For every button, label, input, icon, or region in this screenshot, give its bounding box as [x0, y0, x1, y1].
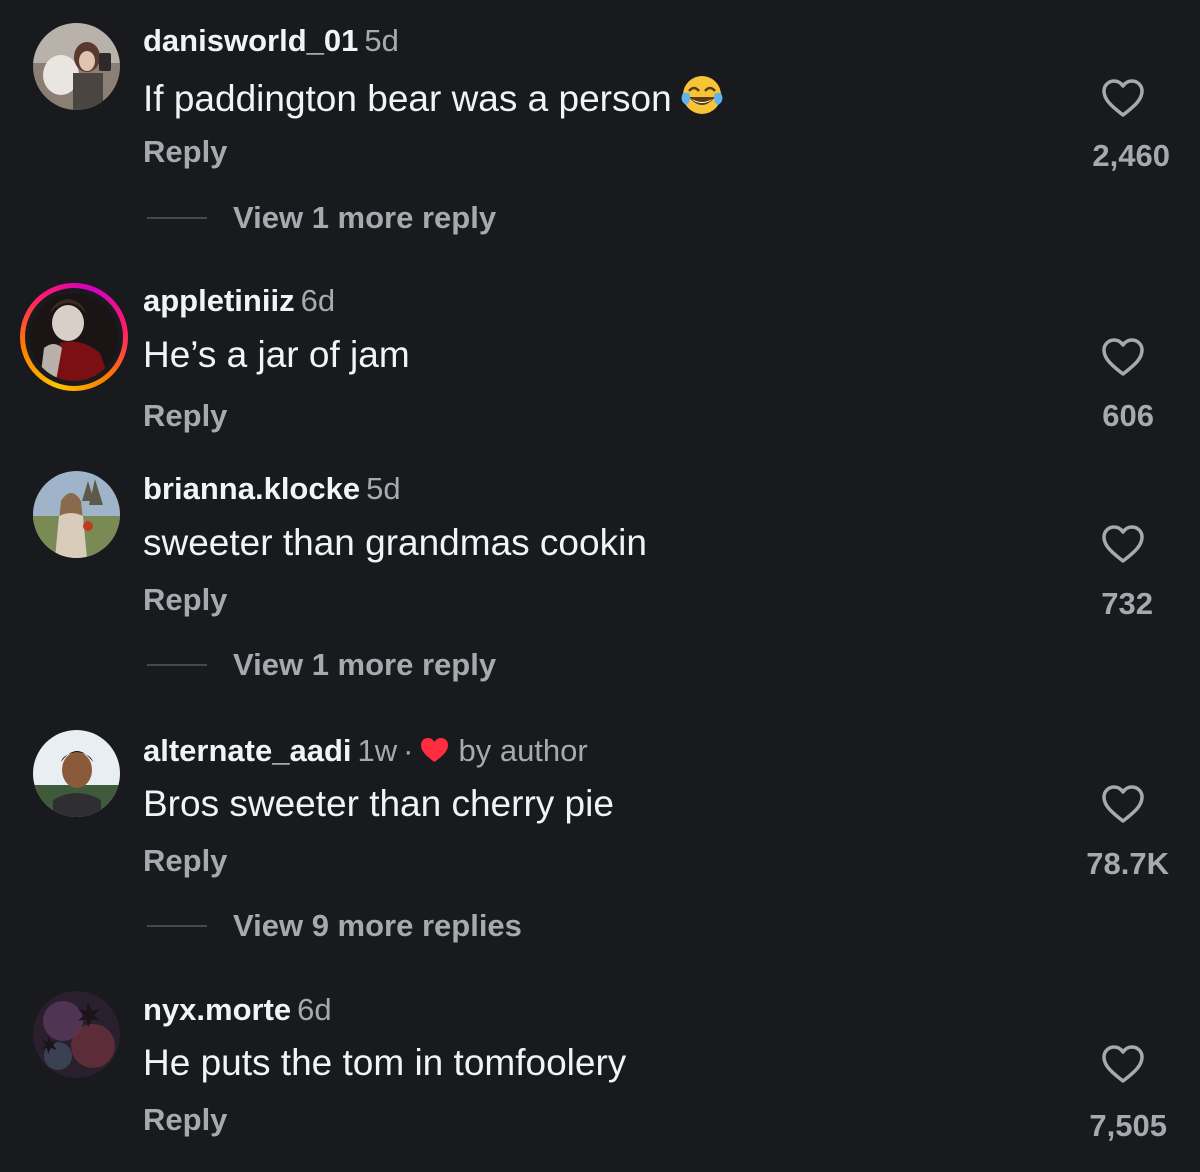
username[interactable]: danisworld_01: [143, 23, 358, 58]
timestamp: 6d: [300, 283, 336, 318]
reply-button[interactable]: Reply: [143, 398, 227, 434]
avatar-story-ring[interactable]: [20, 283, 128, 391]
comment-header: danisworld_01 5d: [143, 23, 399, 59]
username[interactable]: nyx.morte: [143, 992, 291, 1027]
avatar-image-icon: [33, 730, 120, 817]
timestamp: 6d: [297, 992, 332, 1027]
comment-header: brianna.klocke 5d: [143, 471, 401, 507]
reply-button[interactable]: Reply: [143, 1102, 227, 1138]
like-count: 732: [1101, 586, 1153, 621]
like-count: 606: [1102, 398, 1154, 433]
comment-header: nyx.morte 6d: [143, 992, 332, 1028]
avatar-image-icon: [33, 471, 120, 558]
username[interactable]: appletiniiz: [143, 283, 295, 318]
avatar[interactable]: [33, 730, 120, 817]
heart-outline-icon[interactable]: [1100, 1043, 1146, 1085]
view-more-replies-label: View 9 more replies: [233, 908, 522, 943]
heart-outline-icon[interactable]: [1100, 336, 1146, 378]
view-more-replies-label: View 1 more reply: [233, 200, 497, 235]
like-count: 7,505: [1089, 1108, 1167, 1143]
reply-button[interactable]: Reply: [143, 582, 227, 618]
heart-outline-icon[interactable]: [1100, 77, 1146, 119]
comment-text: Bros sweeter than cherry pie: [143, 783, 614, 824]
comment-header: alternate_aadi 1w · by author: [143, 733, 588, 769]
heart-filled-icon: [421, 738, 449, 762]
username[interactable]: brianna.klocke: [143, 471, 360, 506]
comment-text: sweeter than grandmas cookin: [143, 522, 647, 563]
username[interactable]: alternate_aadi: [143, 733, 352, 768]
timestamp: 1w: [357, 733, 398, 768]
like-count: 78.7K: [1086, 846, 1169, 881]
avatar[interactable]: [33, 471, 120, 558]
timestamp: 5d: [364, 23, 399, 58]
timestamp: 5d: [366, 471, 401, 506]
separator-dot: ·: [403, 733, 414, 768]
avatar[interactable]: [33, 23, 120, 110]
avatar: [30, 293, 118, 381]
divider-line: [147, 217, 207, 219]
view-more-replies-label: View 1 more reply: [233, 647, 497, 682]
comment-text: He puts the tom in tomfoolery: [143, 1042, 627, 1083]
divider-line: [147, 925, 207, 927]
avatar[interactable]: [33, 991, 120, 1078]
heart-outline-icon[interactable]: [1100, 783, 1146, 825]
comment-text: He’s a jar of jam: [143, 334, 410, 375]
reply-button[interactable]: Reply: [143, 134, 227, 170]
heart-outline-icon[interactable]: [1100, 523, 1146, 565]
avatar-image-icon: [30, 293, 118, 381]
divider-line: [147, 664, 207, 666]
comments-list: danisworld_01 5d If paddington bear was a…: [0, 0, 1200, 1172]
avatar-image-icon: [33, 23, 120, 110]
comment-text: If paddington bear was a person: [143, 73, 724, 121]
comment-header: appletiniiz 6d: [143, 283, 335, 319]
author-like-label: by author: [458, 733, 588, 768]
comment-body: If paddington bear was a person: [143, 78, 672, 119]
like-count: 2,460: [1092, 138, 1170, 173]
face-with-tears-of-joy-icon: [681, 76, 723, 114]
reply-button[interactable]: Reply: [143, 843, 227, 879]
avatar-image-icon: [33, 991, 120, 1078]
